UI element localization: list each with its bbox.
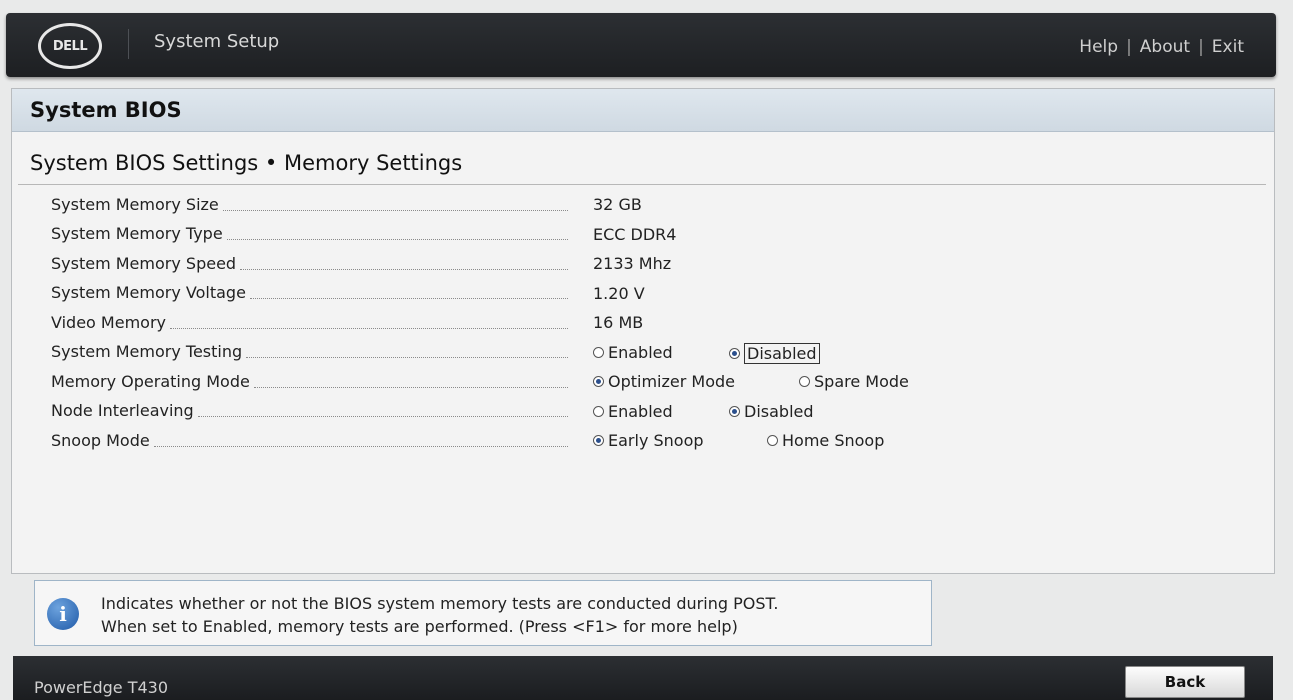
setting-label: System Memory Speed (51, 253, 237, 273)
footer-bar: PowerEdge T430 Back (13, 656, 1273, 700)
dell-logo: DELL (38, 23, 102, 69)
setting-row-memory-testing: System Memory Testing Enabled Disabled (51, 341, 1251, 371)
setting-value: 2133 Mhz (593, 254, 672, 273)
panel-header: System BIOS (12, 89, 1274, 132)
setting-row-video-memory: Video Memory 16 MB (51, 311, 1251, 341)
radio-unselected-icon (767, 435, 778, 446)
setting-label: Video Memory (51, 312, 166, 332)
setting-row-memory-size: System Memory Size 32 GB (51, 193, 1251, 223)
radio-spare-mode[interactable]: Spare Mode (799, 372, 909, 391)
header-divider (128, 29, 129, 59)
setting-row-memory-type: System Memory Type ECC DDR4 (51, 223, 1251, 253)
app-title: System Setup (154, 31, 280, 52)
back-button[interactable]: Back (1125, 666, 1245, 698)
help-link[interactable]: Help (1079, 37, 1118, 57)
exit-link[interactable]: Exit (1212, 37, 1244, 57)
settings-list: System Memory Size 32 GB System Memory T… (51, 193, 1251, 459)
setting-value: ECC DDR4 (593, 224, 677, 244)
radio-node-interleaving-enabled[interactable]: Enabled (593, 402, 673, 421)
setting-label: System Memory Size (51, 194, 219, 214)
radio-memory-testing-enabled[interactable]: Enabled (593, 343, 673, 362)
setting-label: Memory Operating Mode (51, 371, 250, 391)
setting-row-operating-mode: Memory Operating Mode Optimizer Mode Spa… (51, 370, 1251, 400)
radio-home-snoop[interactable]: Home Snoop (767, 431, 884, 450)
subtitle-divider (18, 184, 1266, 185)
link-separator: | (1198, 37, 1204, 57)
about-link[interactable]: About (1140, 37, 1190, 57)
setting-row-snoop-mode: Snoop Mode Early Snoop Home Snoop (51, 429, 1251, 459)
setting-row-node-interleaving: Node Interleaving Enabled Disabled (51, 400, 1251, 430)
top-header-bar: DELL System Setup Help | About | Exit (6, 13, 1276, 77)
setting-label: System Memory Testing (51, 342, 243, 361)
setting-row-memory-speed: System Memory Speed 2133 Mhz (51, 252, 1251, 282)
page-subtitle: System BIOS Settings • Memory Settings (30, 151, 463, 175)
help-line-1: Indicates whether or not the BIOS system… (101, 594, 779, 613)
radio-memory-testing-disabled[interactable]: Disabled (729, 342, 820, 364)
radio-selected-icon (729, 347, 740, 359)
system-model: PowerEdge T430 (34, 678, 169, 697)
settings-panel: System BIOS System BIOS Settings • Memor… (11, 88, 1275, 574)
radio-selected-icon (593, 435, 604, 446)
header-links: Help | About | Exit (1079, 37, 1244, 57)
help-text: Indicates whether or not the BIOS system… (101, 592, 778, 638)
setting-label: Snoop Mode (51, 430, 150, 450)
radio-selected-icon (729, 405, 740, 417)
radio-selected-icon (593, 376, 604, 387)
setting-value: 32 GB (593, 195, 642, 214)
panel-title: System BIOS (30, 98, 182, 122)
radio-unselected-icon (593, 346, 604, 358)
setting-value: 1.20 V (593, 283, 645, 303)
setting-label: System Memory Type (51, 224, 223, 243)
radio-optimizer-mode[interactable]: Optimizer Mode (593, 372, 735, 391)
radio-unselected-icon (799, 376, 810, 387)
radio-unselected-icon (593, 405, 604, 417)
radio-early-snoop[interactable]: Early Snoop (593, 431, 704, 450)
setting-label: Node Interleaving (51, 401, 194, 420)
link-separator: | (1126, 37, 1132, 57)
setting-value: 16 MB (593, 313, 644, 332)
help-box: i Indicates whether or not the BIOS syst… (34, 580, 932, 646)
setting-row-memory-voltage: System Memory Voltage 1.20 V (51, 282, 1251, 312)
help-line-2: When set to Enabled, memory tests are pe… (101, 617, 738, 636)
setting-label: System Memory Voltage (51, 283, 246, 302)
radio-node-interleaving-disabled[interactable]: Disabled (729, 402, 814, 421)
info-icon: i (47, 598, 79, 630)
